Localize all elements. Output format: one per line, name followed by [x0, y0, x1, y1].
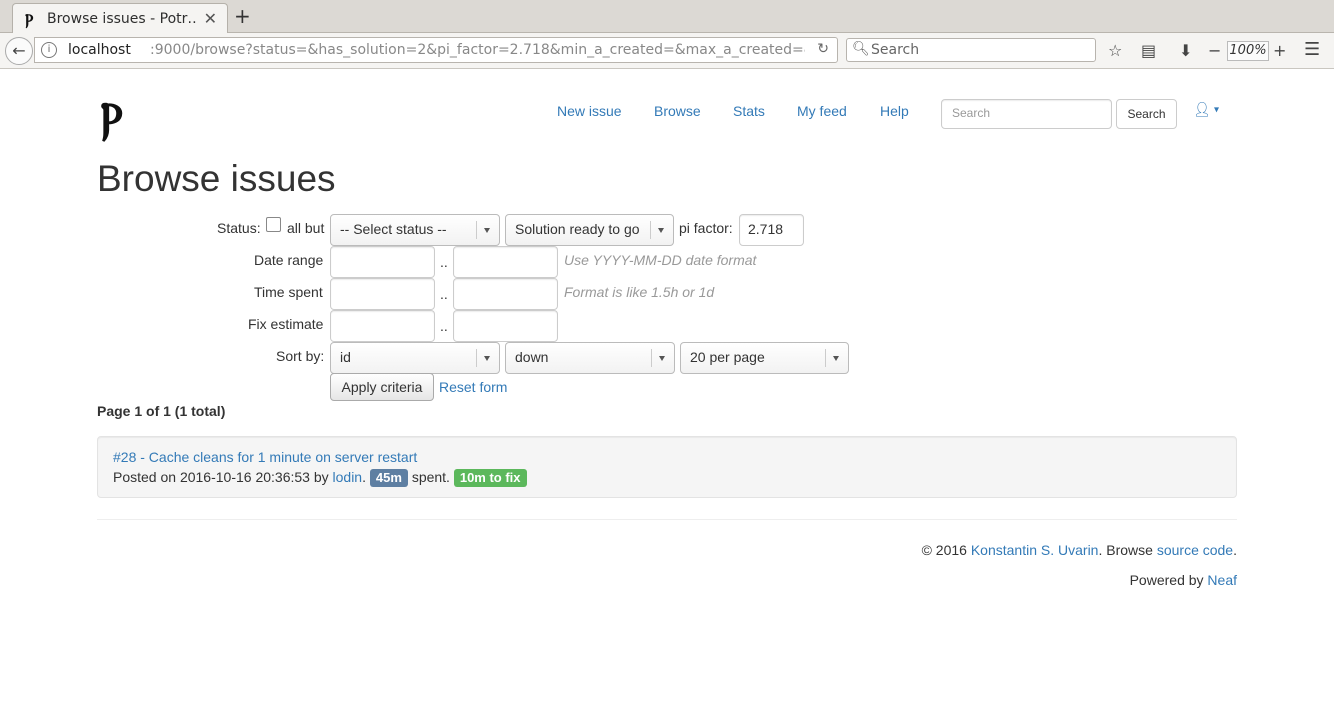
nav-help[interactable]: Help [880, 103, 909, 119]
site-logo[interactable]: Ⲣ [100, 97, 123, 141]
posted-text: Posted on 2016-10-16 20:36:53 by [113, 469, 333, 485]
nav-browse[interactable]: Browse [654, 103, 701, 119]
zoom-level[interactable]: 100% [1227, 41, 1269, 61]
issue-meta: Posted on 2016-10-16 20:36:53 by lodin. … [113, 469, 527, 487]
footer-period: . [1233, 542, 1237, 558]
new-tab-button[interactable]: + [234, 4, 251, 28]
sort-field-select[interactable]: id [330, 342, 500, 374]
issue-title-link[interactable]: #28 - Cache cleans for 1 minute on serve… [113, 449, 417, 465]
time-format-hint: Format is like 1.5h or 1d [564, 284, 715, 300]
powered-by-text: Powered by [1129, 572, 1208, 588]
per-page-value: 20 per page [690, 349, 765, 365]
reload-icon[interactable]: ↻ [817, 41, 829, 57]
footer-copyright: © 2016 Konstantin S. Uvarin. Browse sour… [922, 542, 1237, 558]
per-page-select[interactable]: 20 per page [680, 342, 849, 374]
footer-powered-by: Powered by Neaf [1130, 572, 1237, 588]
url-host: localhost [68, 42, 131, 58]
reset-form-link[interactable]: Reset form [439, 379, 507, 395]
browser-tab-bar: Ⲣ Browse issues - Potr… ✕ + [0, 0, 1334, 34]
chevron-down-icon [833, 356, 839, 361]
list-item: #28 - Cache cleans for 1 minute on serve… [97, 436, 1237, 498]
time-spent-to-input[interactable] [453, 278, 558, 310]
chevron-down-icon [658, 228, 664, 233]
close-tab-icon[interactable]: ✕ [204, 9, 217, 28]
browser-search-input[interactable]: 🔍︎ Search [846, 38, 1096, 62]
zoom-in-icon[interactable]: + [1273, 41, 1286, 60]
date-range-to-input[interactable] [453, 246, 558, 278]
solution-select-value: Solution ready to go [515, 221, 640, 237]
pi-factor-label: pi factor: [679, 220, 733, 236]
status-select[interactable]: -- Select status -- [330, 214, 500, 246]
user-icon: 👤︎ [1193, 102, 1211, 118]
nav-new-issue[interactable]: New issue [557, 103, 622, 119]
status-select-value: -- Select status -- [340, 221, 447, 237]
date-range-separator: .. [440, 254, 448, 270]
apply-criteria-button[interactable]: Apply criteria [330, 373, 434, 401]
favicon-icon: Ⲣ [25, 10, 34, 29]
date-format-hint: Use YYYY-MM-DD date format [564, 252, 757, 268]
browser-search-placeholder: Search [871, 42, 920, 58]
author-link[interactable]: lodin [333, 469, 363, 485]
url-bar[interactable]: i localhost :9000/browse?status=&has_sol… [34, 37, 838, 63]
page-title: Browse issues [97, 158, 336, 199]
chevron-down-icon [484, 356, 490, 361]
time-spent-separator: .. [440, 286, 448, 302]
pi-factor-input[interactable]: 2.718 [739, 214, 804, 246]
url-path: :9000/browse?status=&has_solution=2&pi_f… [150, 42, 805, 58]
tab-title: Browse issues - Potr… [47, 11, 197, 27]
nav-my-feed[interactable]: My feed [797, 103, 847, 119]
status-label: Status: [217, 220, 261, 236]
sort-by-label: Sort by: [276, 348, 325, 364]
fix-estimate-from-input[interactable] [330, 310, 435, 342]
fix-estimate-label: Fix estimate [248, 316, 324, 332]
nav-stats[interactable]: Stats [733, 103, 765, 119]
search-icon: 🔍︎ [852, 41, 870, 57]
page-info: Page 1 of 1 (1 total) [97, 403, 226, 419]
fix-estimate-badge: 10m to fix [453, 469, 527, 487]
bookmark-star-icon[interactable]: ☆ [1108, 41, 1122, 60]
footer-divider [97, 519, 1237, 520]
site-search-button[interactable]: Search [1116, 99, 1177, 129]
site-search-input[interactable]: Search [941, 99, 1112, 129]
reading-list-icon[interactable]: ▤ [1141, 41, 1156, 60]
menu-icon[interactable]: ☰ [1304, 39, 1320, 60]
browse-text: . Browse [1098, 542, 1157, 558]
user-menu-dropdown[interactable]: 👤︎ ▾ [1193, 102, 1219, 118]
author-link[interactable]: Konstantin S. Uvarin [971, 542, 1099, 558]
fix-estimate-separator: .. [440, 318, 448, 334]
sort-direction-value: down [515, 349, 549, 365]
solution-select[interactable]: Solution ready to go [505, 214, 674, 246]
download-icon[interactable]: ⬇ [1179, 41, 1192, 60]
browser-tab-active[interactable]: Ⲣ Browse issues - Potr… ✕ [12, 3, 228, 34]
spent-text: spent. [411, 469, 450, 485]
time-spent-label: Time spent [254, 284, 323, 300]
chevron-down-icon [659, 356, 665, 361]
back-icon[interactable]: ← [5, 37, 33, 65]
caret-down-icon: ▾ [1210, 104, 1219, 116]
meta-dot: . [362, 469, 366, 485]
info-icon[interactable]: i [41, 42, 57, 58]
engine-link[interactable]: Neaf [1207, 572, 1237, 588]
date-range-from-input[interactable] [330, 246, 435, 278]
sort-direction-select[interactable]: down [505, 342, 675, 374]
all-but-label: all but [287, 220, 325, 236]
fix-estimate-to-input[interactable] [453, 310, 558, 342]
copyright-text: © 2016 [921, 542, 971, 558]
source-code-link[interactable]: source code [1157, 542, 1233, 558]
all-but-checkbox[interactable] [266, 217, 281, 232]
zoom-out-icon[interactable]: − [1208, 41, 1221, 60]
time-spent-from-input[interactable] [330, 278, 435, 310]
browser-toolbar: ← i localhost :9000/browse?status=&has_s… [0, 33, 1334, 69]
date-range-label: Date range [254, 252, 324, 268]
sort-field-value: id [340, 349, 351, 365]
chevron-down-icon [484, 228, 490, 233]
time-spent-badge: 45m [369, 469, 408, 487]
